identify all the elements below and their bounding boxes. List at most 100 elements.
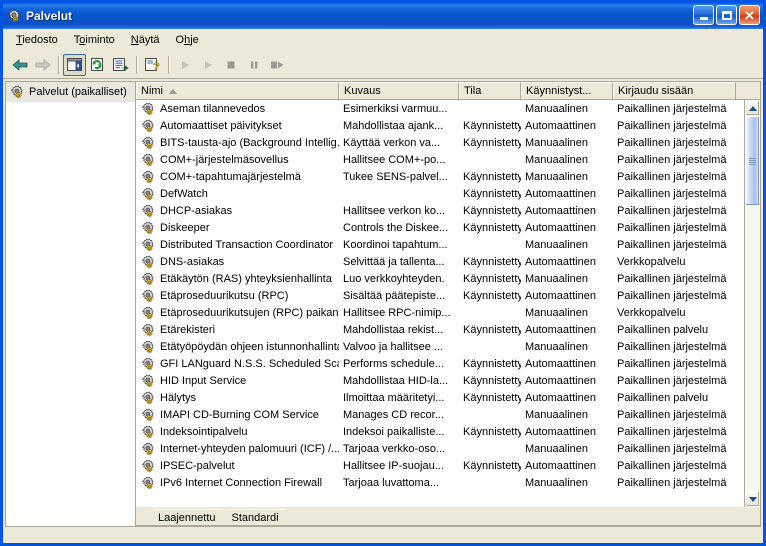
close-button[interactable]: ✕ <box>739 5 760 25</box>
cell-desc: Performs schedule... <box>343 357 444 370</box>
service-name-label: Indeksointipalvelu <box>160 425 248 438</box>
tree-item-services-local[interactable]: Palvelut (paikalliset) <box>6 82 135 102</box>
table-row[interactable]: DHCP-asiakas Hallitsee verkon ko... Käynni… <box>136 202 744 219</box>
cell-name: IPv6 Internet Connection Firewall <box>136 475 339 491</box>
menu-toiminto[interactable]: Toiminto <box>66 31 123 49</box>
restart-service-button <box>265 54 288 76</box>
menu-nayta[interactable]: Näytä <box>123 31 168 49</box>
pause-service-button <box>242 54 265 76</box>
scroll-up-button[interactable] <box>745 100 760 116</box>
cell-desc: Manages CD recor... <box>343 408 444 421</box>
service-cog-icon <box>140 220 156 236</box>
console-body: Palvelut (paikalliset) Nimi Kuvaus Tila Käy… <box>3 79 763 527</box>
export-list-button[interactable] <box>109 54 132 76</box>
list-header: Nimi Kuvaus Tila Käynnistyst... Kirjaudu sis… <box>136 82 760 100</box>
cell-desc: Controls the Diskee... <box>343 221 449 234</box>
cell-startup: Automaattinen <box>525 357 596 370</box>
tab-standardi[interactable]: Standardi <box>222 509 287 526</box>
service-cog-icon <box>140 186 156 202</box>
table-row[interactable]: IPSEC-palvelut Hallitsee IP-suojau... Käyn… <box>136 457 744 474</box>
cell-logon: Paikallinen järjestelmä <box>617 357 727 370</box>
maximize-button[interactable] <box>716 5 737 25</box>
column-header-tila[interactable]: Tila <box>459 82 521 99</box>
scroll-down-button[interactable] <box>745 491 760 507</box>
cell-startup: Manuaalinen <box>525 153 588 166</box>
chevron-down-icon <box>748 496 757 502</box>
table-row[interactable]: Hälytys Ilmoittaa määritetyi... Käynnistet… <box>136 389 744 406</box>
resume-service-button <box>196 54 219 76</box>
cell-state: Käynnistetty <box>463 323 521 336</box>
title-bar[interactable]: Palvelut ✕ <box>3 3 763 29</box>
menu-bar: Tiedosto Toiminto Näytä Ohje <box>3 29 763 51</box>
menu-tiedosto[interactable]: Tiedosto <box>8 31 66 49</box>
cell-startup: Manuaalinen <box>525 238 588 251</box>
cell-name: Hälytys <box>136 390 339 406</box>
table-row[interactable]: COM+-järjestelmäsovellus Hallitsee COM+-p… <box>136 151 744 168</box>
cell-name: Diskeeper <box>136 220 339 236</box>
show-hide-tree-button[interactable] <box>63 53 86 76</box>
cell-startup: Manuaalinen <box>525 136 588 149</box>
service-cog-icon <box>140 373 156 389</box>
cell-startup: Manuaalinen <box>525 272 588 285</box>
cell-logon: Paikallinen järjestelmä <box>617 204 727 217</box>
cell-logon: Paikallinen järjestelmä <box>617 153 727 166</box>
table-row[interactable]: IMAPI CD-Burning COM Service Manages CD r… <box>136 406 744 423</box>
cell-logon: Paikallinen järjestelmä <box>617 476 727 489</box>
table-row[interactable]: Diskeeper Controls the Diskee... Käynniste… <box>136 219 744 236</box>
cell-logon: Paikallinen järjestelmä <box>617 221 727 234</box>
menu-ohje-label: je <box>190 33 199 46</box>
scrollbar-thumb[interactable] <box>745 116 760 206</box>
close-icon: ✕ <box>744 7 755 23</box>
table-row[interactable]: COM+-tapahtumajärjestelmä Tukee SENS-palv… <box>136 168 744 185</box>
table-row[interactable]: Etäkäytön (RAS) yhteyksienhallinta Luo ve… <box>136 270 744 287</box>
cell-startup: Automaattinen <box>525 391 596 404</box>
tab-laajennettu[interactable]: Laajennettu <box>148 509 224 526</box>
table-row[interactable]: GFI LANguard N.S.S. Scheduled Sca... Perf… <box>136 355 744 372</box>
service-name-label: Aseman tilannevedos <box>160 102 266 115</box>
table-row[interactable]: BITS-tausta-ajo (Background Intellig... K… <box>136 134 744 151</box>
table-row[interactable]: IPv6 Internet Connection Firewall Tarjoaa… <box>136 474 744 491</box>
column-header-kuvaus[interactable]: Kuvaus <box>339 82 459 99</box>
cell-name: Etäproseduurikutsujen (RPC) paikan... <box>136 305 339 321</box>
service-cog-icon <box>140 458 156 474</box>
start-service-button <box>173 54 196 76</box>
cell-startup: Automaattinen <box>525 323 596 336</box>
cell-logon: Verkkopalvelu <box>617 306 686 319</box>
cell-name: Etätyöpöydän ohjeen istunnonhallinta <box>136 339 339 355</box>
services-list[interactable]: Aseman tilannevedos Esimerkiksi varmuu...… <box>136 100 744 507</box>
back-button[interactable] <box>8 54 31 76</box>
table-row[interactable]: Etäproseduurikutsujen (RPC) paikan... Hal… <box>136 304 744 321</box>
table-row[interactable]: Distributed Transaction Coordinator Koord… <box>136 236 744 253</box>
console-tree-pane: Palvelut (paikalliset) <box>5 81 135 527</box>
table-row[interactable]: Indeksointipalvelu Indeksoi paikalliste..… <box>136 423 744 440</box>
pause-icon <box>250 61 257 68</box>
table-row[interactable]: HID Input Service Mahdollistaa HID-la... K… <box>136 372 744 389</box>
column-header-k-ynnistyst[interactable]: Käynnistyst... <box>521 82 613 99</box>
help-button[interactable]: ? <box>141 54 164 76</box>
column-header-nimi[interactable]: Nimi <box>136 82 339 99</box>
cell-startup: Automaattinen <box>525 425 596 438</box>
menu-ohje[interactable]: Ohje <box>168 31 207 49</box>
cell-state: Käynnistetty <box>463 187 521 200</box>
cell-startup: Automaattinen <box>525 374 596 387</box>
cell-name: DNS-asiakas <box>136 254 339 270</box>
cell-desc: Koordinoi tapahtum... <box>343 238 448 251</box>
refresh-button[interactable] <box>86 54 109 76</box>
arrow-left-icon <box>11 58 27 71</box>
svg-text:?: ? <box>153 61 160 72</box>
table-row[interactable]: DefWatch Käynnistetty Automaattinen Paikall… <box>136 185 744 202</box>
minimize-icon <box>699 17 708 20</box>
table-row[interactable]: Etätyöpöydän ohjeen istunnonhallinta Valv… <box>136 338 744 355</box>
table-row[interactable]: Etäproseduurikutsu (RPC) Sisältää päätepi… <box>136 287 744 304</box>
table-row[interactable]: Aseman tilannevedos Esimerkiksi varmuu...… <box>136 100 744 117</box>
vertical-scrollbar[interactable] <box>744 100 760 507</box>
table-row[interactable]: Etärekisteri Mahdollistaa rekist... Käynni… <box>136 321 744 338</box>
table-row[interactable]: Internet-yhteyden palomuuri (ICF) /... Ta… <box>136 440 744 457</box>
cell-state: Käynnistetty <box>463 204 521 217</box>
column-header-kirjaudu-sis-n[interactable]: Kirjaudu sisään <box>613 82 736 99</box>
cell-desc: Esimerkiksi varmuu... <box>343 102 448 115</box>
table-row[interactable]: Automaattiset päivitykset Mahdollistaa aj… <box>136 117 744 134</box>
scrollbar-track[interactable] <box>745 116 760 491</box>
minimize-button[interactable] <box>693 5 714 25</box>
table-row[interactable]: DNS-asiakas Selvittää ja tallenta... Käynn… <box>136 253 744 270</box>
